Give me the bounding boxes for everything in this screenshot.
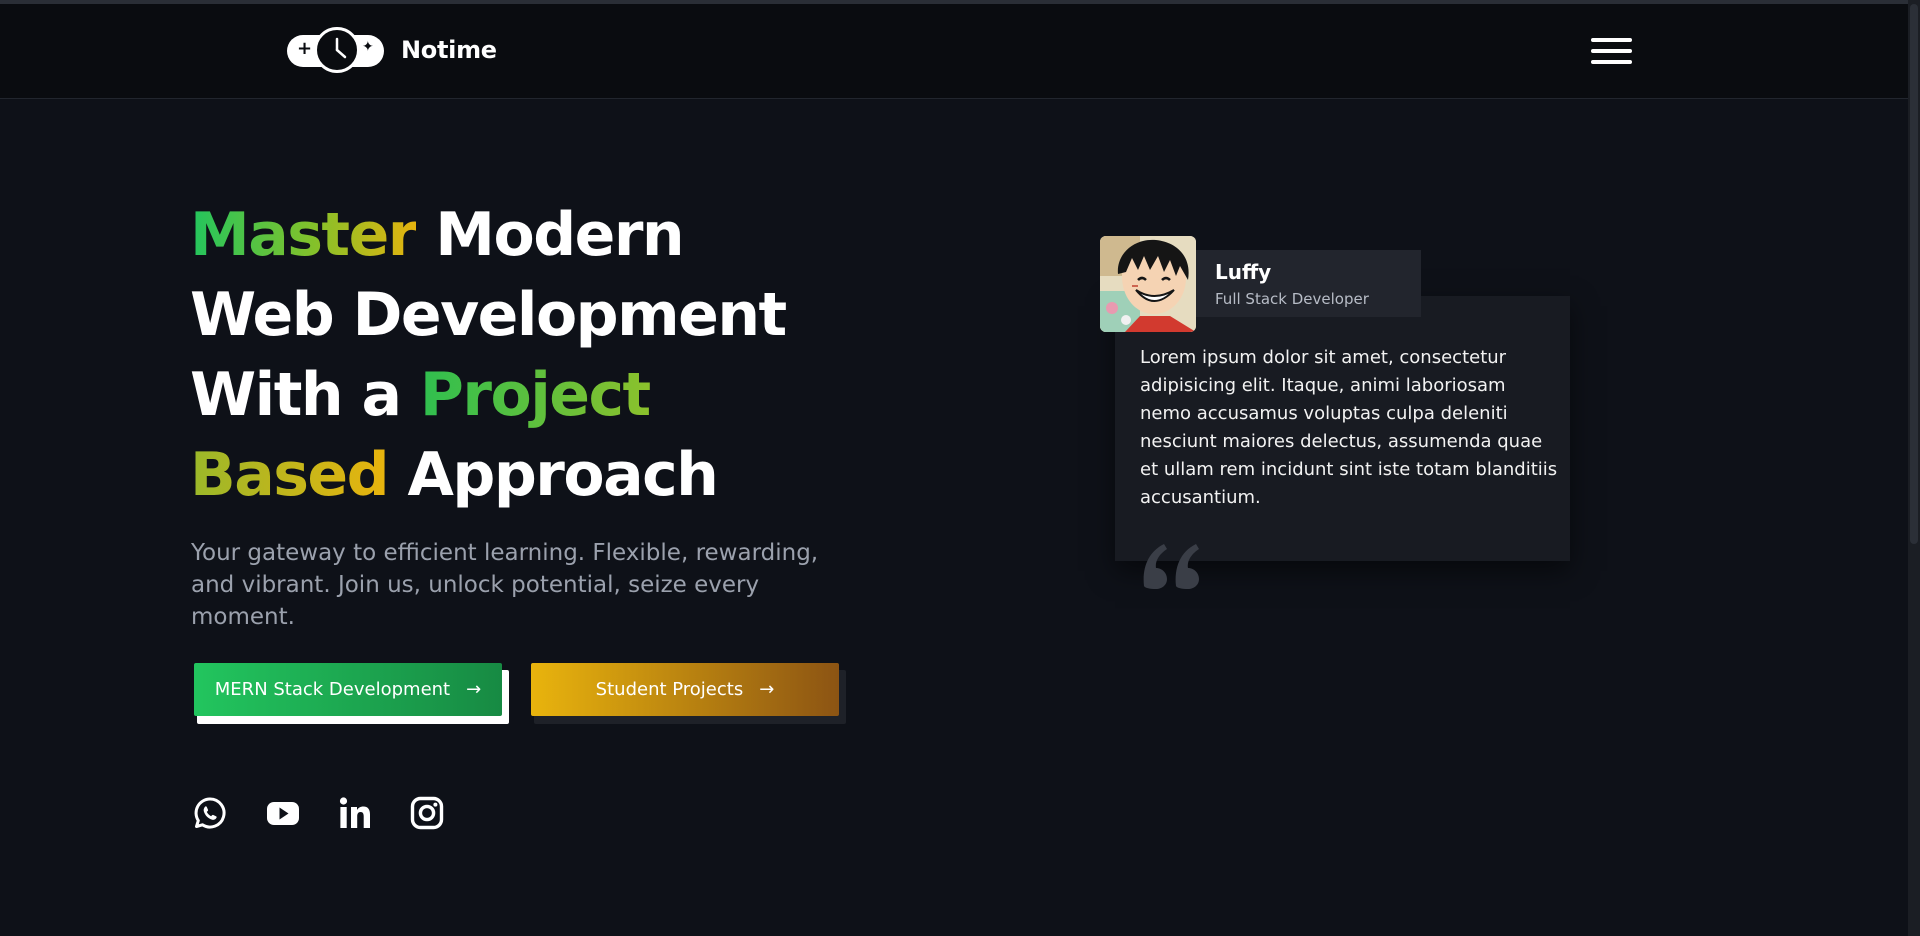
title-text-with-a: With a [190,360,420,430]
mern-stack-button[interactable]: MERN Stack Development → [194,663,502,716]
arrow-right-icon: → [466,679,482,700]
mern-button-label: MERN Stack Development [214,679,451,700]
instagram-icon[interactable] [410,796,444,830]
youtube-icon[interactable] [266,796,300,830]
testimonial-author: Luffy Full Stack Developer [1195,250,1421,317]
brand-name: Notime [401,36,497,64]
testimonial-card: Lorem ipsum dolor sit amet, consectetur … [1115,296,1570,561]
title-line-web-development: Web Development [190,280,787,350]
menu-icon[interactable] [1591,38,1633,66]
author-name: Luffy [1215,260,1272,284]
hero-subtitle: Your gateway to efficient learning. Flex… [191,540,819,630]
clock-logo-icon: + ✦ [287,25,384,75]
title-accent-project: Project [419,360,651,430]
scrollbar[interactable] [1908,0,1920,936]
avatar [1100,236,1196,332]
whatsapp-icon[interactable] [193,796,227,830]
hero-title: Master Modern Web Development With a Pro… [190,195,830,515]
linkedin-icon[interactable] [338,796,372,830]
testimonial-text: Lorem ipsum dolor sit amet, consectetur … [1140,347,1558,508]
navbar: + ✦ Notime [0,4,1908,99]
title-accent-master: Master [190,200,417,270]
quote-icon [1140,540,1204,600]
author-role: Full Stack Developer [1215,290,1369,308]
title-text-modern: Modern [415,200,684,270]
arrow-right-icon: → [759,679,775,700]
title-text-approach: Approach [388,440,718,510]
student-projects-button[interactable]: Student Projects → [531,663,839,716]
projects-button-label: Student Projects [595,679,744,700]
scrollbar-thumb[interactable] [1910,4,1918,544]
brand-logo[interactable]: + ✦ Notime [287,25,497,75]
title-accent-based: Based [190,440,390,510]
